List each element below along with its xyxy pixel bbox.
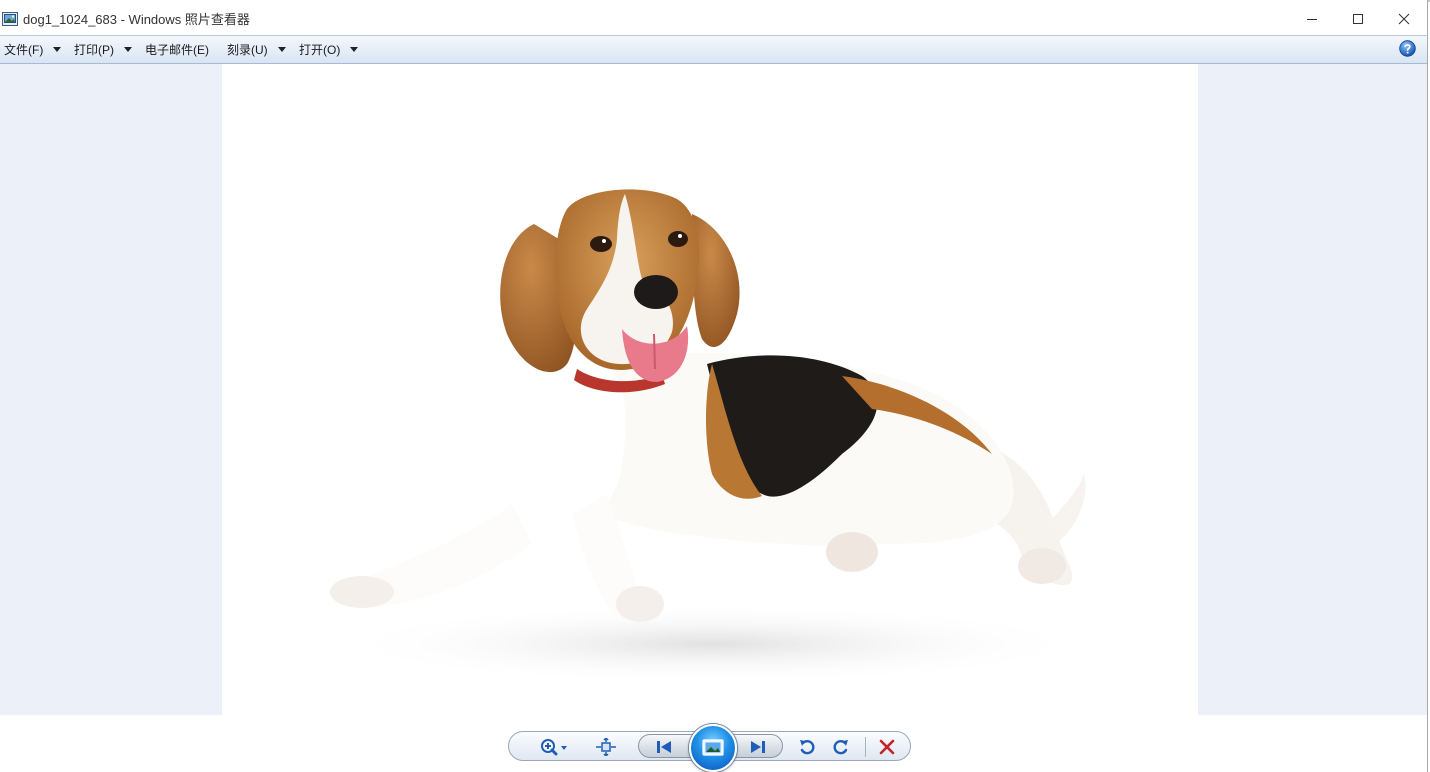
close-button[interactable] <box>1381 2 1427 35</box>
menu-email-label: 电子邮件(E) <box>145 43 209 57</box>
help-icon[interactable] <box>1399 40 1416 57</box>
zoom-icon <box>541 739 567 756</box>
menu-burn[interactable]: 刻录(U) <box>227 36 286 63</box>
toolbar-separator <box>865 737 866 757</box>
next-button[interactable] <box>743 736 773 758</box>
menu-file[interactable]: 文件(F) <box>4 36 62 63</box>
displayed-photo <box>222 64 1198 715</box>
dropdown-arrow-icon <box>124 47 132 52</box>
dropdown-arrow-icon <box>350 47 359 52</box>
next-icon <box>751 741 765 753</box>
window-title: dog1_1024_683 - Windows 照片查看器 <box>23 12 250 27</box>
rotate-clockwise-button[interactable] <box>829 736 853 758</box>
window-controls <box>1289 2 1427 35</box>
delete-icon <box>879 739 895 755</box>
menu-file-label: 文件(F) <box>4 43 44 57</box>
title-bar[interactable]: dog1_1024_683 - Windows 照片查看器 <box>0 2 1427 35</box>
toolbar-controls <box>508 724 911 772</box>
menu-burn-label: 刻录(U) <box>227 43 268 57</box>
delete-button[interactable] <box>875 736 899 758</box>
beagle-dog-photo <box>330 189 1092 684</box>
slideshow-icon <box>702 739 724 756</box>
rotate-counterclockwise-icon <box>800 740 815 755</box>
menu-print[interactable]: 打印(P) <box>74 36 132 63</box>
photo-viewer-window: dog1_1024_683 - Windows 照片查看器 文件(F) 打印(P… <box>0 0 1428 772</box>
menu-bar: 文件(F) 打印(P) 电子邮件(E) 刻录(U) 打开(O) <box>0 35 1427 64</box>
app-icon <box>2 11 18 26</box>
zoom-button[interactable] <box>537 736 571 758</box>
rotate-clockwise-icon <box>833 740 848 755</box>
fit-window-icon <box>596 738 616 756</box>
dropdown-arrow-icon <box>277 47 286 52</box>
slideshow-button[interactable] <box>689 724 737 772</box>
rotate-counterclockwise-button[interactable] <box>795 736 819 758</box>
menu-print-label: 打印(P) <box>74 43 114 57</box>
previous-icon <box>657 741 671 753</box>
bottom-toolbar <box>0 715 1427 772</box>
menu-open[interactable]: 打开(O) <box>299 36 359 63</box>
maximize-button[interactable] <box>1335 2 1381 35</box>
image-viewport[interactable] <box>0 64 1427 715</box>
close-icon <box>1398 13 1410 24</box>
previous-button[interactable] <box>649 736 679 758</box>
menu-open-label: 打开(O) <box>299 43 341 57</box>
minimize-icon <box>1307 18 1317 20</box>
menu-email[interactable]: 电子邮件(E) <box>145 36 209 63</box>
minimize-button[interactable] <box>1289 2 1335 35</box>
actual-size-button[interactable] <box>593 736 619 758</box>
maximize-icon <box>1353 13 1363 24</box>
dropdown-arrow-icon <box>53 47 62 52</box>
